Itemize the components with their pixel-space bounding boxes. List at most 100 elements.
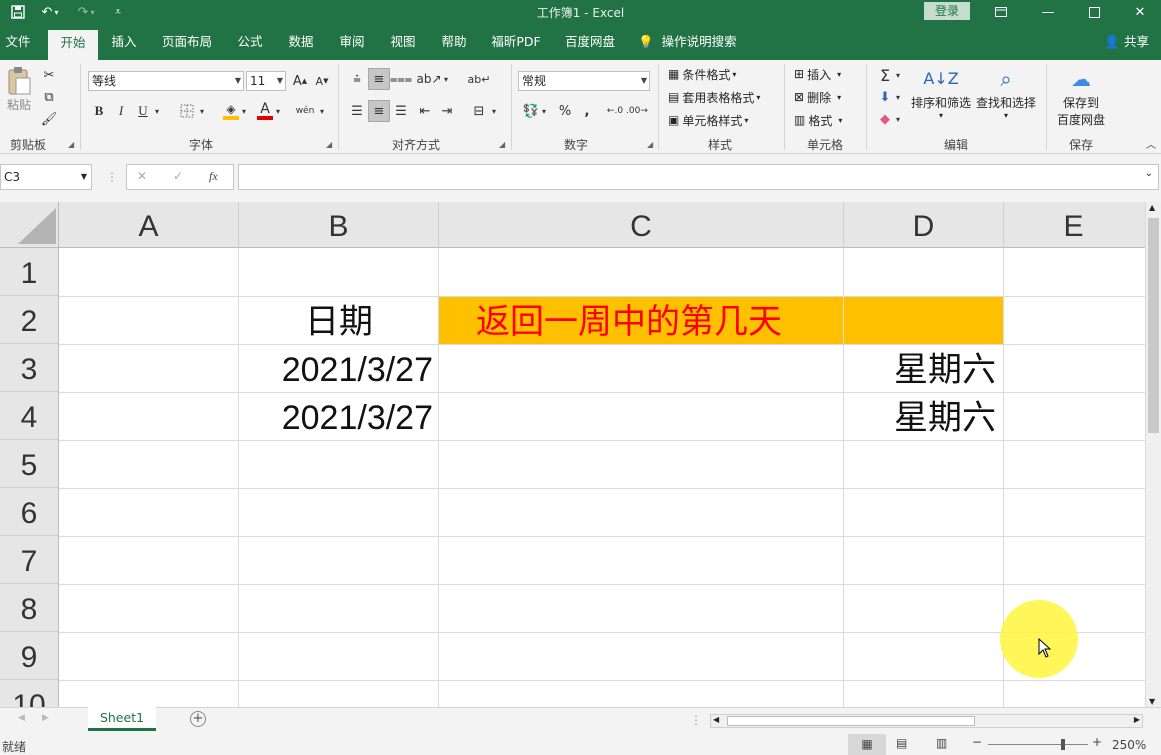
row-header-1[interactable]: 1	[0, 248, 59, 296]
minimize-icon[interactable]: —	[1025, 0, 1071, 24]
wrap-text-icon[interactable]: ab↵	[468, 68, 491, 90]
number-format-select[interactable]: 常规 ▼	[518, 71, 650, 91]
underline-dropdown-icon[interactable]: ▾	[150, 100, 164, 122]
decrease-indent-icon[interactable]: ⇤	[414, 100, 436, 122]
maximize-icon[interactable]	[1071, 0, 1117, 24]
clipboard-launcher-icon[interactable]: ◢	[68, 140, 74, 149]
save-to-baidu-button[interactable]: ☁ 保存到 百度网盘	[1052, 64, 1110, 130]
row-header-2[interactable]: 2	[0, 296, 59, 344]
cell-c2[interactable]: 返回一周中的第几天	[476, 298, 782, 346]
tab-view[interactable]: 视图	[383, 24, 423, 60]
percent-style-button[interactable]: %	[554, 100, 576, 122]
tab-baidu-netdisk[interactable]: 百度网盘	[558, 24, 622, 60]
normal-view-icon[interactable]: ▦	[848, 734, 886, 755]
increase-indent-icon[interactable]: ⇥	[436, 100, 458, 122]
scroll-up-icon[interactable]: ▲	[1149, 203, 1155, 212]
formula-input[interactable]: ⌄	[238, 164, 1159, 190]
vertical-scroll-thumb[interactable]	[1148, 218, 1159, 433]
conditional-formatting-button[interactable]: ▦ 条件格式 ▾	[668, 64, 736, 84]
font-color-dropdown-icon[interactable]: ▾	[272, 100, 284, 122]
align-bottom-icon[interactable]: ⩶	[390, 68, 412, 90]
column-header-d[interactable]: D	[844, 202, 1004, 248]
paste-button[interactable]: 粘贴	[4, 66, 34, 122]
orientation-icon[interactable]: ab↗	[416, 68, 441, 90]
merge-center-icon[interactable]: ⊟	[468, 100, 490, 122]
worksheet-grid[interactable]: A B C D E 1 2 3 4 5 6 7 8 9 10 日期 返回一周中的…	[0, 202, 1145, 707]
row-header-4[interactable]: 4	[0, 392, 59, 440]
tab-insert[interactable]: 插入	[104, 24, 144, 60]
tab-page-layout[interactable]: 页面布局	[155, 24, 219, 60]
name-box[interactable]: C3 ▼	[0, 164, 92, 190]
enter-icon[interactable]: ✓	[173, 169, 183, 183]
tab-splitter-icon[interactable]: ⋮	[690, 713, 702, 727]
phonetic-guide-icon[interactable]: wén	[294, 100, 316, 122]
increase-font-icon[interactable]: A ▲	[289, 70, 311, 92]
select-all-corner[interactable]	[0, 202, 59, 248]
accounting-dropdown-icon[interactable]: ▾	[538, 100, 550, 122]
expand-formula-icon[interactable]: ⌄	[1145, 168, 1153, 179]
cell-b4[interactable]: 2021/3/27	[239, 394, 433, 442]
tab-formulas[interactable]: 公式	[230, 24, 270, 60]
cell-d4[interactable]: 星期六	[844, 394, 996, 442]
column-header-c[interactable]: C	[439, 202, 844, 248]
orientation-dropdown-icon[interactable]: ▾	[440, 68, 452, 90]
tab-review[interactable]: 审阅	[332, 24, 372, 60]
cut-icon[interactable]: ✂	[38, 64, 60, 86]
align-top-icon[interactable]: ⩮	[346, 68, 368, 90]
comma-style-button[interactable]: ,	[576, 100, 598, 122]
align-left-icon[interactable]: ☰	[346, 100, 368, 122]
page-break-view-icon[interactable]: ▥	[936, 736, 947, 750]
decrease-font-icon[interactable]: A ▼	[311, 70, 333, 92]
zoom-out-icon[interactable]: −	[972, 735, 982, 749]
zoom-slider[interactable]	[988, 739, 1088, 750]
cancel-icon[interactable]: ✕	[137, 169, 147, 183]
align-right-icon[interactable]: ☰	[390, 100, 412, 122]
cell-styles-button[interactable]: ▣ 单元格样式 ▾	[668, 110, 748, 130]
page-layout-view-icon[interactable]: ▤	[896, 736, 907, 750]
delete-cells-button[interactable]: ⊠ 删除 ▾	[794, 87, 841, 107]
format-as-table-button[interactable]: ▤ 套用表格格式 ▾	[668, 87, 760, 107]
italic-button[interactable]: I	[110, 100, 132, 122]
close-icon[interactable]: ✕	[1117, 0, 1161, 24]
column-header-e[interactable]: E	[1004, 202, 1145, 248]
row-header-7[interactable]: 7	[0, 536, 59, 584]
scroll-down-icon[interactable]: ▼	[1149, 697, 1155, 706]
login-button[interactable]: 登录	[924, 2, 970, 20]
sort-filter-button[interactable]: A↓Z 排序和筛选 ▾	[910, 64, 972, 126]
vertical-scrollbar[interactable]: ▲ ▼	[1145, 202, 1161, 707]
borders-dropdown-icon[interactable]: ▾	[196, 100, 208, 122]
font-launcher-icon[interactable]: ◢	[326, 140, 332, 149]
column-header-a[interactable]: A	[59, 202, 239, 248]
fill-dropdown-icon[interactable]: ▾	[892, 86, 904, 108]
tab-data[interactable]: 数据	[281, 24, 321, 60]
zoom-slider-thumb[interactable]	[1061, 739, 1065, 750]
font-size-select[interactable]: 11 ▼	[246, 71, 286, 91]
copy-icon[interactable]: ⧉	[38, 86, 60, 108]
alignment-launcher-icon[interactable]: ◢	[499, 140, 505, 149]
tell-me-search[interactable]: 💡 操作说明搜索	[638, 24, 750, 60]
insert-function-button[interactable]: fx	[209, 169, 218, 184]
format-cells-button[interactable]: ▥ 格式 ▾	[794, 110, 842, 130]
tab-foxit-pdf[interactable]: 福昕PDF	[486, 24, 546, 60]
merge-dropdown-icon[interactable]: ▾	[488, 100, 500, 122]
increase-decimal-icon[interactable]: ←.0	[604, 100, 626, 122]
insert-cells-button[interactable]: ⊞ 插入 ▾	[794, 64, 841, 84]
share-button[interactable]: 👤 共享	[1104, 24, 1149, 60]
row-header-3[interactable]: 3	[0, 344, 59, 392]
next-sheet-icon[interactable]: ▶	[42, 713, 49, 723]
column-header-b[interactable]: B	[239, 202, 439, 248]
autosum-dropdown-icon[interactable]: ▾	[892, 64, 904, 86]
zoom-in-icon[interactable]: +	[1092, 735, 1102, 749]
cell-d3[interactable]: 星期六	[844, 346, 996, 394]
phonetic-dropdown-icon[interactable]: ▾	[316, 100, 328, 122]
row-header-8[interactable]: 8	[0, 584, 59, 632]
row-header-10[interactable]: 10	[0, 680, 59, 707]
align-center-icon[interactable]: ≡	[368, 100, 390, 122]
row-header-9[interactable]: 9	[0, 632, 59, 680]
scroll-right-icon[interactable]: ▶	[1134, 715, 1140, 724]
clear-dropdown-icon[interactable]: ▾	[892, 108, 904, 130]
zoom-level[interactable]: 250%	[1112, 738, 1146, 752]
fill-color-dropdown-icon[interactable]: ▾	[238, 100, 250, 122]
collapse-ribbon-icon[interactable]: ︿	[1140, 132, 1161, 154]
horizontal-scroll-thumb[interactable]	[727, 716, 975, 726]
